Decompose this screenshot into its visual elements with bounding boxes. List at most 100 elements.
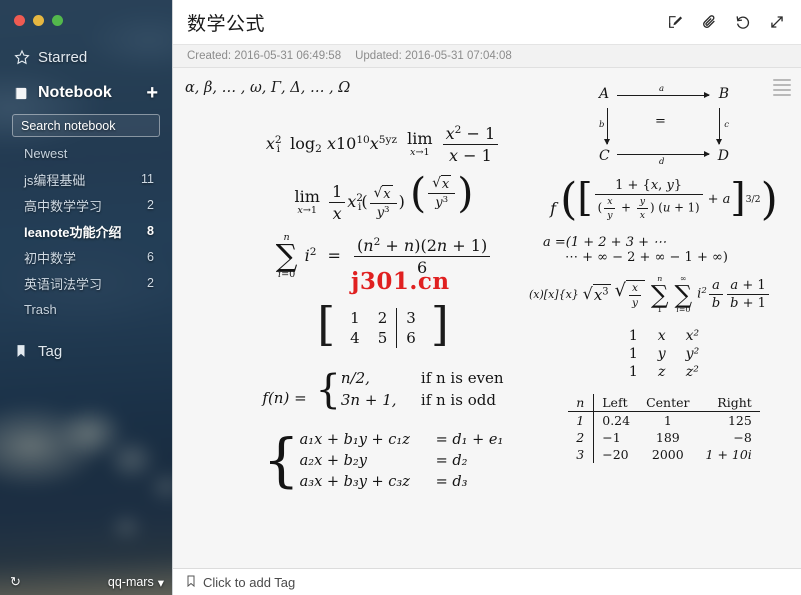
tag-bookmark-icon <box>185 574 197 591</box>
notebook-item-newest[interactable]: Newest <box>0 140 172 166</box>
system-lhs: a₂x + b₂y <box>299 452 367 469</box>
diagram-center-symbol: = <box>655 114 666 129</box>
diagram-node: D <box>717 148 729 164</box>
sidebar: Starred Notebook + Newest <box>0 0 172 595</box>
notebook-item-selected[interactable]: leanote功能介绍 8 <box>0 218 172 244</box>
notebook-list: Newest js编程基础 11 高中数学学习 2 leanote功能介绍 8 … <box>0 140 172 322</box>
matrix-cell: 3 <box>396 308 425 328</box>
system-rhs: = d₃ <box>435 473 468 490</box>
grid-cell: x² <box>685 327 700 344</box>
sidebar-item-tag[interactable]: Tag <box>0 334 172 368</box>
diagram-node: C <box>599 148 610 164</box>
page-title: 数学公式 <box>187 13 266 35</box>
edit-note-icon[interactable] <box>666 14 683 31</box>
notebook-item-name: leanote功能介绍 <box>24 224 122 240</box>
table-cell-n: 3 <box>568 445 595 463</box>
table-row: 1 0.24 1 125 <box>568 411 760 429</box>
history-icon[interactable] <box>734 14 751 31</box>
notebook-item[interactable]: 高中数学学习 2 <box>0 192 172 218</box>
system-lhs: a₁x + b₁y + c₁z <box>299 431 410 448</box>
table-cell-right: 1 + 10i <box>705 446 752 462</box>
notebook-item-name: 英语词法学习 <box>24 276 103 292</box>
grid-cell: 1 <box>628 327 638 344</box>
matrix-cell: 1 <box>350 309 360 327</box>
notebook-item-newest-label: Newest <box>24 145 68 161</box>
formula-augmented-matrix: [ 1 2 3 4 5 6 ] <box>317 297 449 351</box>
notebook-item[interactable]: 英语词法学习 2 <box>0 270 172 296</box>
search-notebook-container <box>0 110 172 137</box>
notebook-item[interactable]: js编程基础 11 <box>0 166 172 192</box>
window-zoom-button[interactable] <box>52 14 63 26</box>
user-name-label: qq-mars <box>107 575 154 589</box>
user-menu[interactable]: qq-mars ▾ <box>108 575 164 590</box>
expand-icon[interactable] <box>768 14 785 31</box>
table-row: 3 −20 2000 1 + 10i <box>568 445 760 463</box>
series-line-1: a =(1 + 2 + 3 + ⋯ <box>543 235 667 250</box>
star-icon <box>14 49 38 65</box>
grid-cell: y² <box>685 345 700 362</box>
table-header-cell: n <box>568 393 595 412</box>
notebook-item-trash[interactable]: Trash <box>0 296 172 322</box>
table-header: n Left Center Right <box>568 393 760 412</box>
formula-linear-system: { a₁x + b₁y + c₁z = d₁ + e₁ a₂x + b₂y = … <box>262 426 504 495</box>
table-cell-right: −8 <box>733 429 752 445</box>
formula-brackets-sums: (x)[x]{x} √ x3 √ xy n ∑ 1 ∞ ∑ i=0 i2 a b… <box>529 275 799 314</box>
notebook-item[interactable]: 初中数学 6 <box>0 244 172 270</box>
tag-bar[interactable]: Click to add Tag <box>173 568 801 595</box>
table-cell-n: 1 <box>568 411 595 429</box>
diagram-node: B <box>718 86 729 102</box>
diagram-node: A <box>599 86 610 102</box>
window-minimize-button[interactable] <box>33 14 44 26</box>
matrix-cell: 5 <box>377 329 388 347</box>
table-cell-center: 1 <box>663 412 672 428</box>
formula-column-left: x2i log2 x1010x5yz lim x→1 x2 − 1 x − 1 … <box>233 124 533 503</box>
sidebar-item-notebook[interactable]: Notebook + <box>0 76 172 110</box>
formula-vandermonde-grid: 1 x x² 1 y y² 1 z z² <box>529 328 799 380</box>
table-header-cell: Center <box>638 393 698 412</box>
window-close-button[interactable] <box>14 14 25 26</box>
attachment-icon[interactable] <box>700 14 717 31</box>
piecewise-lhs: f(n) = <box>262 388 307 407</box>
search-input[interactable] <box>12 114 160 137</box>
table-cell-right: 125 <box>727 412 752 428</box>
grid-cell: z² <box>685 363 699 380</box>
diagram-edge-label: d <box>659 157 665 167</box>
sidebar-item-starred[interactable]: Starred <box>0 40 172 74</box>
greek-symbols-line: α, β, … , ω, Γ, Δ, … , Ω <box>185 80 351 96</box>
notebook-item-trash-label: Trash <box>24 301 57 317</box>
chevron-down-icon: ▾ <box>157 575 164 590</box>
formula-infinite-series: a =(1 + 2 + 3 + ⋯ ⋯ + ∞ − 2 + ∞ − 1 + ∞) <box>543 235 799 265</box>
diagram-edge-label: a <box>659 84 665 94</box>
table-header-row: n Left Center Right <box>568 393 760 412</box>
add-notebook-button[interactable]: + <box>146 83 158 103</box>
diagram-edge-label: c <box>724 120 729 130</box>
sync-icon[interactable]: ↻ <box>10 574 21 590</box>
notebook-item-count: 8 <box>147 224 154 238</box>
sidebar-item-notebook-label: Notebook <box>38 84 112 101</box>
note-updated-label: Updated: 2016-05-31 07:04:08 <box>355 50 512 62</box>
table-cell-center: 189 <box>655 429 680 445</box>
grid-cell: 1 <box>628 363 638 380</box>
table-cell-n: 2 <box>568 428 595 446</box>
system-rhs: = d₂ <box>435 452 468 469</box>
formula-limit-sqrt: lim x→1 1 x x2i(√ x y3) (√ x y3) <box>294 167 474 223</box>
notebook-item-name: 高中数学学习 <box>24 198 103 214</box>
notebook-item-name: js编程基础 <box>24 172 86 188</box>
system-lhs: a₃x + b₃y + c₃z <box>299 473 410 490</box>
grid-cell: x <box>657 327 666 344</box>
piecewise-cond: if n is even <box>420 369 504 387</box>
note-header: 数学公式 <box>173 0 801 44</box>
notebook-item-name: 初中数学 <box>24 250 77 266</box>
note-content-area: α, β, … , ω, Γ, Δ, … , Ω x2i log2 x1010x… <box>173 68 801 568</box>
matrix-cell: 2 <box>377 309 388 327</box>
table-row: 2 −1 189 −8 <box>568 428 760 446</box>
window-traffic-lights <box>0 0 172 30</box>
grid-cell: 1 <box>628 345 638 362</box>
commutative-diagram: A B C D a b c d = <box>599 84 729 167</box>
sidebar-footer: ↻ qq-mars ▾ <box>0 569 172 595</box>
note-created-label: Created: 2016-05-31 06:49:58 <box>187 50 342 62</box>
app-window: Starred Notebook + Newest <box>0 0 801 595</box>
notebook-icon <box>14 86 38 101</box>
table-body: 1 0.24 1 125 2 −1 189 −8 3 −20 2000 1 + … <box>568 411 760 463</box>
piecewise-expr: 3n + 1, <box>340 390 397 409</box>
